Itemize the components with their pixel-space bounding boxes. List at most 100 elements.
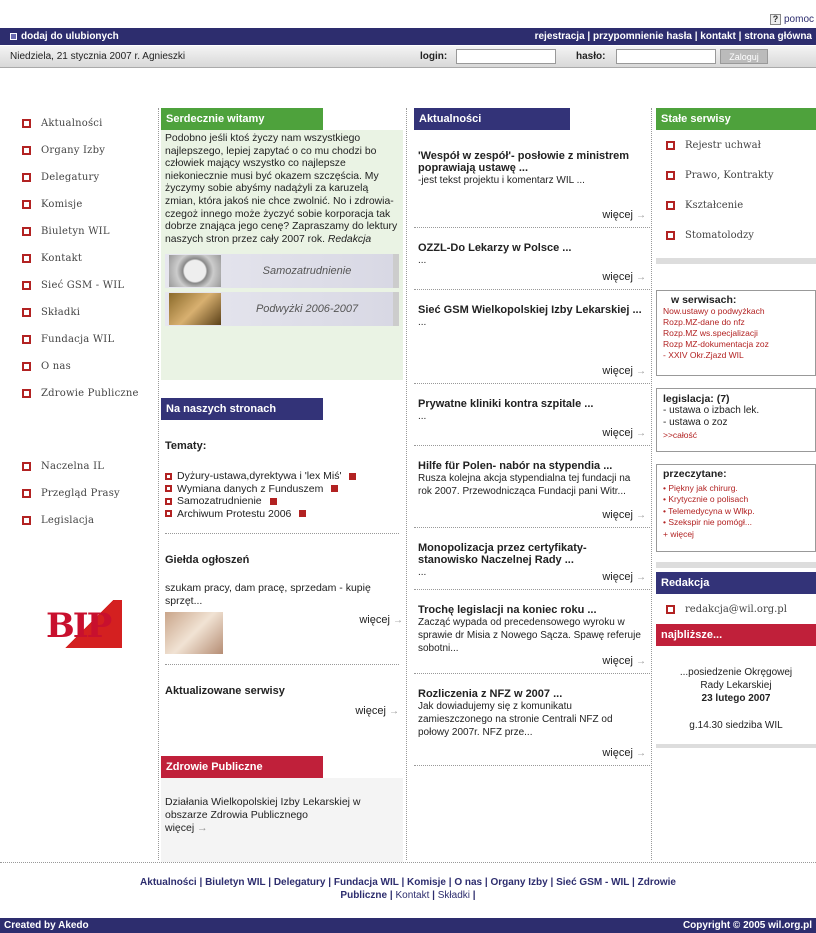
nav-item[interactable]: Biuletyn WIL	[22, 218, 152, 245]
news-more-link[interactable]: więcej →	[602, 509, 646, 521]
footer-link[interactable]: Fundacja WIL	[334, 877, 399, 888]
topic-label: Wymiana danych z Funduszem	[177, 482, 324, 495]
news-title[interactable]: 'Wespół w zespół'- posłowie z ministrem …	[418, 150, 646, 174]
footer-link[interactable]: Delegatury	[274, 877, 326, 888]
news-more-link[interactable]: więcej →	[602, 209, 646, 221]
nav-item[interactable]: O nas	[22, 353, 152, 380]
nav-item[interactable]: Składki	[22, 299, 152, 326]
news-title[interactable]: Hilfe für Polen- nabór na stypendia ...	[418, 460, 646, 472]
divider	[406, 108, 407, 860]
topic-item[interactable]: Archiwum Protestu 2006	[165, 508, 403, 521]
read-link[interactable]: • Szekspir nie pomógł...	[663, 517, 809, 529]
nav-item[interactable]: Aktualności	[22, 110, 152, 137]
service-item[interactable]: Stomatolodzy	[666, 220, 816, 250]
money-icon	[169, 293, 221, 326]
service-item[interactable]: Prawo, Kontrakty	[666, 160, 816, 190]
login-button[interactable]: Zaloguj	[720, 49, 768, 64]
in-service-link[interactable]: Rozp.MZ-dane do nfz	[663, 317, 809, 328]
news-title[interactable]: Sieć GSM Wielkopolskiej Izby Lekarskiej …	[418, 304, 646, 316]
footer-link[interactable]: Biuletyn WIL	[205, 877, 265, 888]
nav-item[interactable]: Przegląd Prasy	[22, 480, 152, 507]
news-more-link[interactable]: więcej →	[602, 655, 646, 667]
bip-logo[interactable]: BIP	[44, 600, 124, 652]
news-more-link[interactable]: więcej →	[602, 747, 646, 759]
news-more-link[interactable]: więcej →	[602, 427, 646, 439]
in-service-link[interactable]: - XXIV Okr.Zjazd WIL	[663, 350, 809, 361]
updated-more-link[interactable]: więcej →	[161, 705, 399, 717]
nav-item-label: Sieć GSM - WIL	[41, 280, 125, 291]
footer-link[interactable]: Sieć GSM - WIL	[556, 877, 629, 888]
topic-item[interactable]: Dyżury-ustawa,dyrektywa i 'lex Miś'	[165, 470, 403, 483]
news-more-link[interactable]: więcej →	[602, 365, 646, 377]
contact-link[interactable]: kontakt	[700, 31, 736, 42]
footer-link[interactable]: Zdrowie	[638, 877, 676, 888]
news-more-link[interactable]: więcej →	[602, 571, 646, 583]
news-section: Aktualności 'Wespół w zespół'- posłowie …	[414, 108, 650, 766]
updated-title[interactable]: Aktualizowane serwisy	[165, 685, 403, 697]
legislation-title[interactable]: legislacja: (7)	[663, 393, 809, 405]
legislation-item[interactable]: - ustawa o zoz	[663, 417, 809, 429]
square-icon	[22, 362, 31, 371]
footer-link[interactable]: Kontakt	[395, 890, 429, 901]
banner-label: Podwyżki 2006-2007	[255, 303, 359, 316]
topic-item[interactable]: Samozatrudnienie	[165, 495, 403, 508]
nav-item[interactable]: Organy Izby	[22, 137, 152, 164]
news-header: Aktualności	[414, 108, 570, 130]
password-input[interactable]	[616, 49, 716, 64]
ads-row: więcej →	[165, 612, 403, 658]
credits[interactable]: Created by Akedo	[4, 920, 89, 931]
footer-link[interactable]: Organy Izby	[490, 877, 547, 888]
service-item[interactable]: Kształcenie	[666, 190, 816, 220]
read-more-link[interactable]: + więcej	[663, 529, 809, 541]
ads-more-link[interactable]: więcej →	[359, 614, 403, 626]
footer-link[interactable]: Składki	[438, 890, 470, 901]
banner-self-employment[interactable]: Samozatrudnienie	[165, 254, 399, 289]
footer-link[interactable]: O nas	[454, 877, 482, 888]
arrow-icon: →	[636, 210, 646, 221]
public-health-more-link[interactable]: więcej →	[165, 822, 399, 835]
nav-item-label: O nas	[41, 361, 71, 372]
login-input[interactable]	[456, 49, 556, 64]
nav-item[interactable]: Kontakt	[22, 245, 152, 272]
nav-item[interactable]: Sieć GSM - WIL	[22, 272, 152, 299]
legislation-item[interactable]: - ustawa o izbach lek.	[663, 405, 809, 417]
service-item[interactable]: Rejestr uchwał	[666, 130, 816, 160]
password-reminder-link[interactable]: przypomnienie hasła	[593, 31, 692, 42]
nav-item[interactable]: Zdrowie Publiczne	[22, 380, 152, 407]
help-link[interactable]: ? pomoc	[769, 12, 816, 26]
news-title[interactable]: Rozliczenia z NFZ w 2007 ...	[418, 688, 646, 700]
nav-item[interactable]: Delegatury	[22, 164, 152, 191]
nav-item-label: Legislacja	[41, 515, 95, 526]
news-title[interactable]: OZZL-Do Lekarzy w Polsce ...	[418, 242, 646, 254]
footer-link[interactable]: Publiczne	[340, 890, 387, 901]
square-icon	[165, 497, 172, 505]
nav-item[interactable]: Naczelna IL	[22, 453, 152, 480]
ads-title[interactable]: Giełda ogłoszeń	[165, 554, 403, 566]
home-link[interactable]: strona główna	[744, 31, 812, 42]
footer-link[interactable]: Aktualności	[140, 877, 197, 888]
news-title[interactable]: Trochę legislacji na koniec roku ...	[418, 604, 646, 616]
footer-link[interactable]: Komisje	[407, 877, 446, 888]
square-icon	[22, 489, 31, 498]
nav-item-label: Delegatury	[41, 172, 100, 183]
nav-item[interactable]: Komisje	[22, 191, 152, 218]
editorial-email-link[interactable]: redakcja@wil.org.pl	[656, 594, 816, 624]
news-more-link[interactable]: więcej →	[602, 271, 646, 283]
square-icon	[22, 173, 31, 182]
copyright: Copyright © 2005 wil.org.pl	[682, 920, 812, 931]
read-link[interactable]: • Piękny jak chirurg.	[663, 483, 809, 495]
legislation-more-link[interactable]: >>całość	[663, 429, 809, 441]
in-service-link[interactable]: Rozp.MZ ws.specjalizacji	[663, 328, 809, 339]
in-service-link[interactable]: Rozp MZ-dokumentacja zoz	[663, 339, 809, 350]
news-title[interactable]: Monopolizacja przez certyfikaty- stanowi…	[418, 542, 646, 566]
nav-item[interactable]: Legislacja	[22, 507, 152, 534]
read-link[interactable]: • Telemedycyna w Wlkp.	[663, 506, 809, 518]
register-link[interactable]: rejestracja	[535, 31, 585, 42]
read-link[interactable]: • Krytycznie o polisach	[663, 494, 809, 506]
news-title[interactable]: Prywatne kliniki kontra szpitale ...	[418, 398, 646, 410]
in-service-link[interactable]: Now.ustawy o podwyżkach	[663, 306, 809, 317]
add-favorite-link[interactable]: dodaj do ulubionych	[10, 31, 119, 42]
banner-raises[interactable]: Podwyżki 2006-2007	[165, 292, 399, 327]
nav-item[interactable]: Fundacja WIL	[22, 326, 152, 353]
topic-item[interactable]: Wymiana danych z Funduszem	[165, 483, 403, 496]
